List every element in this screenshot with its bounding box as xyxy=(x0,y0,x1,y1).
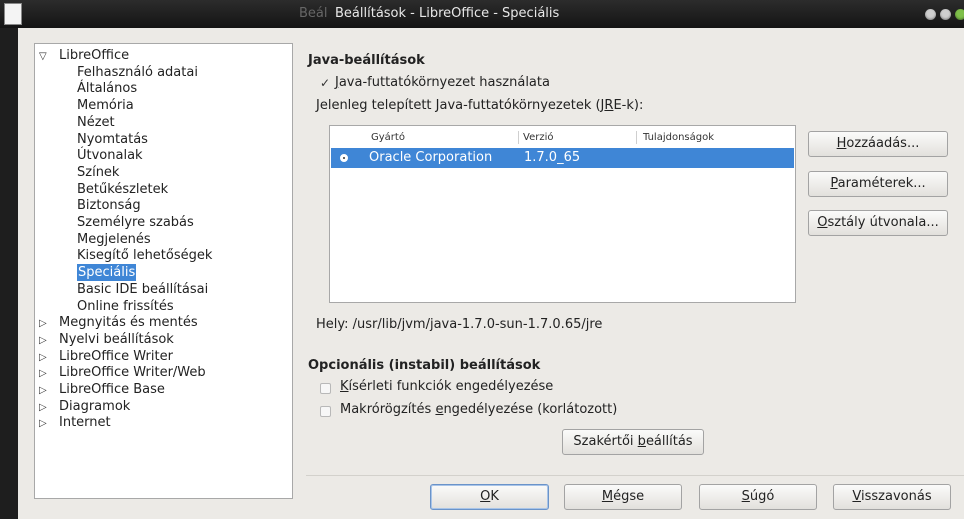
footer-separator xyxy=(306,475,964,476)
collapsed-arrow-icon[interactable]: ▷ xyxy=(39,415,49,432)
collapsed-arrow-icon[interactable]: ▷ xyxy=(39,382,49,399)
tree-item-label: Internet xyxy=(59,415,111,431)
options-dialog: ▽ LibreOffice Felhasználó adatai Általáno… xyxy=(18,28,964,519)
cancel-button[interactable]: Mégse xyxy=(564,484,682,510)
jre-version: 1.7.0_65 xyxy=(524,150,581,165)
tree-item-label: LibreOffice Writer xyxy=(59,348,173,364)
maximize-button[interactable] xyxy=(940,9,951,20)
checkmark-icon: ✓ xyxy=(320,76,331,90)
ok-button[interactable]: OK xyxy=(430,484,549,510)
radio-selected-icon[interactable] xyxy=(340,154,348,162)
installed-jre-label: Jelenleg telepített Java-futtatókörnyeze… xyxy=(316,98,644,113)
collapsed-arrow-icon[interactable]: ▷ xyxy=(39,365,49,382)
tree-item-label: LibreOffice Base xyxy=(59,382,165,397)
checkbox-box[interactable] xyxy=(320,406,331,417)
macro-recording-label: Makrórögzítés engedélyezése (korlátozott… xyxy=(340,402,618,417)
window-title-prefix: Beál xyxy=(299,6,328,21)
optional-settings-heading: Opcionális (instabil) beállítások xyxy=(308,358,541,373)
tree-item-label: Megnyitás és mentés xyxy=(59,315,198,331)
collapsed-arrow-icon[interactable]: ▷ xyxy=(39,399,49,416)
jre-list[interactable]: Gyártó Verzió Tulajdonságok Oracle Corpo… xyxy=(329,125,796,303)
experimental-features-label: Kísérleti funkciók engedélyezése xyxy=(340,379,554,394)
use-jre-label: Java-futtatókörnyezet használata xyxy=(335,75,550,90)
add-button[interactable]: Hozzáadás... xyxy=(808,131,948,157)
tree-item-label: Online frissítés xyxy=(77,298,174,314)
tree-item-label: Felhasználó adatai xyxy=(77,64,198,80)
help-button[interactable]: Súgó xyxy=(699,484,817,510)
tree-item-label: Diagramok xyxy=(59,398,131,414)
column-header-version[interactable]: Verzió xyxy=(523,132,553,143)
minimize-button[interactable] xyxy=(925,9,936,20)
tree-item-label: Általános xyxy=(77,81,138,97)
tree-item-label: Speciális xyxy=(77,264,137,282)
close-button[interactable] xyxy=(955,9,964,20)
expert-configuration-button[interactable]: Szakértői beállítás xyxy=(562,429,704,455)
tree-item-label: Memória xyxy=(77,98,134,114)
parameters-button[interactable]: Paraméterek... xyxy=(808,171,948,197)
jre-row[interactable]: Oracle Corporation 1.7.0_65 xyxy=(331,148,794,168)
tree-item-libreoffice[interactable]: ▽ LibreOffice xyxy=(35,47,292,64)
tree-item-label: Nézet xyxy=(77,114,115,130)
checkbox-box[interactable] xyxy=(320,383,331,394)
jre-location: Hely: /usr/lib/jvm/java-1.7.0-sun-1.7.0.… xyxy=(316,317,603,332)
expanded-arrow-icon[interactable]: ▽ xyxy=(39,48,49,65)
revert-button[interactable]: Visszavonás xyxy=(833,484,951,510)
tree-item-label: Betűkészletek xyxy=(77,181,169,197)
collapsed-arrow-icon[interactable]: ▷ xyxy=(39,315,49,332)
classpath-button[interactable]: Osztály útvonala... xyxy=(808,210,948,236)
collapsed-arrow-icon[interactable]: ▷ xyxy=(39,349,49,366)
options-tree[interactable]: ▽ LibreOffice Felhasználó adatai Általáno… xyxy=(34,43,293,499)
tree-item-label: Útvonalak xyxy=(77,148,143,164)
tree-item-label: Megjelenés xyxy=(77,231,151,247)
jre-vendor: Oracle Corporation xyxy=(369,150,493,165)
column-separator xyxy=(518,131,519,144)
tree-item-label: Kisegítő lehetőségek xyxy=(77,248,213,264)
column-separator xyxy=(636,131,637,144)
window-titlebar: Beál Beállítások - LibreOffice - Speciál… xyxy=(0,0,964,28)
tree-item-label: Színek xyxy=(77,164,120,180)
app-document-icon xyxy=(4,3,22,25)
tree-item-label: Biztonság xyxy=(77,198,141,214)
tree-item-label: Nyomtatás xyxy=(77,131,148,147)
window-title: Beállítások - LibreOffice - Speciális xyxy=(335,6,560,21)
tree-item-label: Személyre szabás xyxy=(77,215,194,230)
column-header-vendor[interactable]: Gyártó xyxy=(371,132,405,143)
tree-item-label: Nyelvi beállítások xyxy=(59,331,174,347)
tree-item-label: LibreOffice Writer/Web xyxy=(59,365,206,381)
java-settings-heading: Java-beállítások xyxy=(308,53,425,68)
tree-item-label: Basic IDE beállításai xyxy=(77,281,209,297)
collapsed-arrow-icon[interactable]: ▷ xyxy=(39,332,49,349)
column-header-features[interactable]: Tulajdonságok xyxy=(643,132,714,143)
